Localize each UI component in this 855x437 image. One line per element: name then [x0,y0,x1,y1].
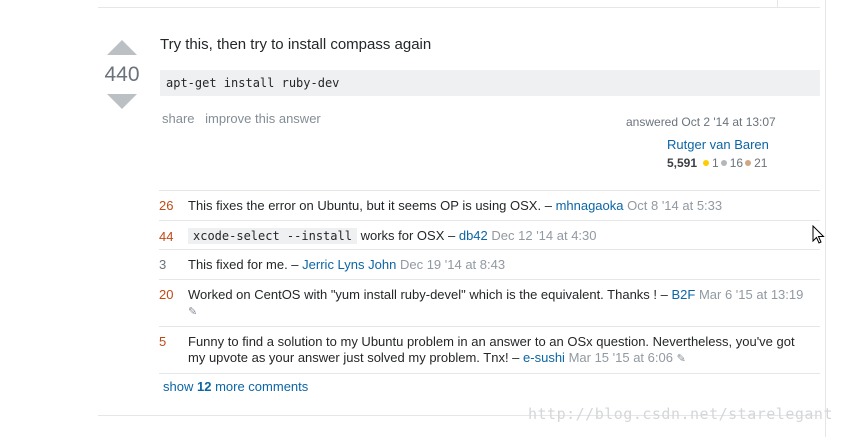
comment-body: Worked on CentOS with "yum install ruby-… [188,280,820,326]
user-name-link[interactable]: Rutger van Baren [667,137,786,152]
comment-score: 26 [159,198,174,213]
silver-badge-icon [720,160,727,167]
comment-body: This fixed for me. – Jerric Lyns John De… [188,250,820,279]
bronze-badge-icon [745,160,752,167]
comment: 3 This fixed for me. – Jerric Lyns John … [159,249,820,279]
comment-user-link[interactable]: e-sushi [523,350,565,365]
comment-date[interactable]: Mar 15 '15 at 6:06 [569,350,673,365]
show-more-count: 12 [196,379,212,394]
vote-count: 440 [104,63,140,86]
downvote-arrow-icon[interactable] [107,94,137,109]
comments-end-divider [159,373,820,374]
share-link[interactable]: share [162,111,195,126]
upvote-arrow-icon[interactable] [107,40,137,55]
comment-body: xcode-select --install works for OSX – d… [188,221,820,249]
comment-score: 20 [159,287,174,302]
comments-list: 26 This fixes the error on Ubuntu, but i… [159,190,820,374]
comment-user-link[interactable]: mhnagaoka [556,198,624,213]
code-block: apt-get install ruby-dev [160,70,820,96]
comment-user-link[interactable]: db42 [459,228,488,243]
comment-score: 44 [159,229,174,244]
post-menu: share improve this answer [162,111,328,126]
comment-score: 3 [159,257,167,272]
comment-date[interactable]: Mar 6 '15 at 13:19 [699,287,803,302]
comment-date[interactable]: Dec 19 '14 at 8:43 [400,257,505,272]
mouse-pointer-icon [812,225,825,244]
watermark: http://blog.csdn.net/starelegant [528,405,833,423]
comment-date[interactable]: Oct 8 '14 at 5:33 [627,198,722,213]
right-divider [825,0,826,437]
comment-score: 5 [159,334,167,349]
user-info-card: answered Oct 2 '14 at 13:07 Rutger van B… [626,115,786,170]
pencil-icon: ✎ [676,353,686,365]
comment: 20 Worked on CentOS with "yum install ru… [159,279,820,326]
comment-text: This fixed for me. – [188,257,299,272]
comment-body: Funny to find a solution to my Ubuntu pr… [188,327,820,373]
comment: 26 This fixes the error on Ubuntu, but i… [159,190,820,220]
inline-code: xcode-select --install [188,228,357,244]
silver-badge-count: 16 [729,156,744,170]
bronze-badge-count: 21 [754,156,768,170]
reputation-score: 5,591 [667,156,698,170]
comment-body: This fixes the error on Ubuntu, but it s… [188,191,820,220]
user-reputation: 5,591 1 16 21 [667,156,786,170]
comment-user-link[interactable]: Jerric Lyns John [302,257,396,272]
comment-text: Funny to find a solution to my Ubuntu pr… [188,334,795,365]
pencil-icon: ✎ [188,306,198,318]
show-more-prefix: show [163,379,194,394]
comment-text: Worked on CentOS with "yum install ruby-… [188,287,668,302]
gold-badge-icon [703,160,710,167]
comment: 5 Funny to find a solution to my Ubuntu … [159,326,820,373]
top-divider [98,7,820,8]
answer-text: Try this, then try to install compass ag… [160,36,432,53]
comment-date[interactable]: Dec 12 '14 at 4:30 [491,228,596,243]
top-divider-tick [777,0,778,7]
improve-answer-link[interactable]: improve this answer [205,111,321,126]
show-more-suffix: more comments [215,379,309,394]
gold-badge-count: 1 [712,156,719,170]
answered-timestamp: answered Oct 2 '14 at 13:07 [626,115,776,129]
comment-text: This fixes the error on Ubuntu, but it s… [188,198,552,213]
vote-panel: 440 [104,40,140,109]
comment-text: works for OSX – [360,228,456,243]
comment: 44 xcode-select --install works for OSX … [159,220,820,249]
comment-user-link[interactable]: B2F [672,287,696,302]
show-more-comments-link[interactable]: show 12 more comments [163,379,308,394]
